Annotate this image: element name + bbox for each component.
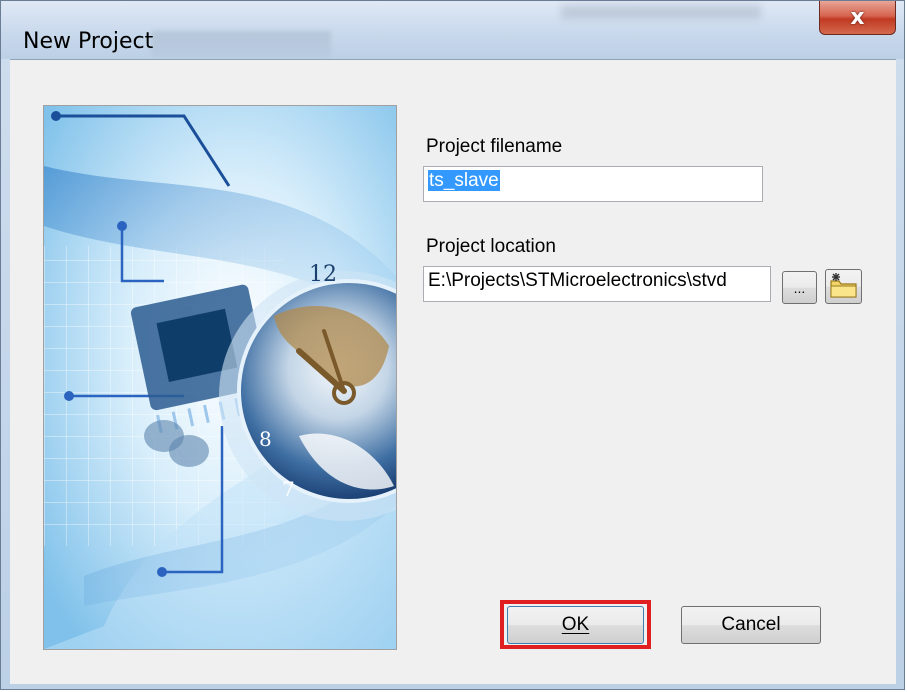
cancel-button[interactable]: Cancel	[681, 606, 821, 644]
project-filename-input[interactable]: ts_slave	[423, 166, 763, 202]
circuit-globe-clock-illustration: 12 8 7	[44, 106, 396, 649]
dialog-body: 12 8 7 Project filename ts_slave Project…	[10, 59, 896, 684]
close-button[interactable]: x	[819, 1, 896, 35]
project-location-value: E:\Projects\STMicroelectronics\stvd	[428, 270, 727, 291]
project-filename-label: Project filename	[426, 136, 563, 157]
project-location-input[interactable]: E:\Projects\STMicroelectronics\stvd	[423, 266, 771, 302]
close-icon: x	[850, 5, 865, 30]
dialog-title: New Project	[23, 29, 154, 54]
background-window-ghost	[561, 5, 761, 19]
cancel-button-label: Cancel	[721, 614, 781, 635]
project-location-label: Project location	[426, 236, 556, 257]
ok-button-highlight	[500, 600, 651, 649]
svg-text:8: 8	[259, 427, 272, 451]
new-folder-button[interactable]	[825, 269, 862, 304]
browse-button[interactable]: ...	[782, 271, 817, 304]
project-banner-image: 12 8 7	[43, 105, 397, 650]
svg-text:12: 12	[309, 262, 337, 287]
svg-text:7: 7	[282, 477, 295, 501]
project-filename-value: ts_slave	[428, 170, 500, 191]
new-project-dialog: New Project x 12 8 7 Project filename ts…	[0, 0, 905, 690]
background-window-ghost	[151, 31, 331, 57]
title-bar[interactable]: New Project x	[1, 1, 904, 59]
ellipsis-icon: ...	[793, 279, 806, 296]
new-folder-icon	[830, 273, 857, 298]
